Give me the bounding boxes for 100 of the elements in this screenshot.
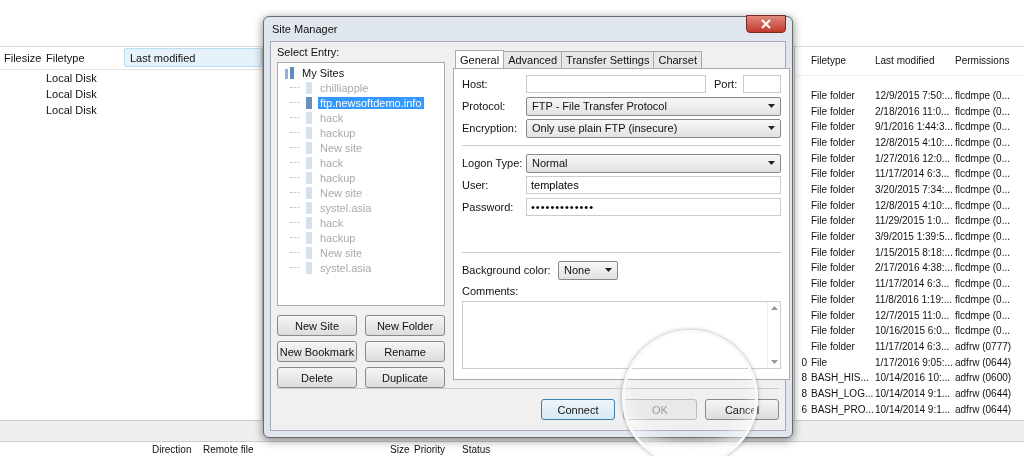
table-cell-text: 12/8/2015 4:10:...: [874, 198, 953, 213]
entry-button[interactable]: Duplicate: [365, 367, 445, 388]
field-label: User:: [462, 179, 490, 191]
close-icon: [761, 19, 771, 29]
table-cell: Local Disk: [46, 87, 97, 100]
table-cell-text: flcdmpe (0...: [954, 198, 1012, 213]
server-icon: [304, 170, 314, 185]
table-cell-text: File folder: [810, 245, 856, 260]
column-header[interactable]: Filesize: [0, 46, 42, 69]
table-cell-text: flcdmpe (0...: [954, 183, 1012, 198]
table-cell-text: BASH_LOG...: [810, 386, 873, 401]
server-icon: [304, 155, 314, 170]
table-cell-text: adfrw (0600): [954, 371, 1013, 386]
tab[interactable]: Advanced: [503, 51, 563, 68]
table-cell-text: adfrw (0644): [954, 355, 1013, 370]
user-field[interactable]: templates: [526, 176, 782, 194]
server-icon: [304, 185, 314, 200]
table-cell-text: flcdmpe (0...: [954, 277, 1012, 292]
entry-button[interactable]: Rename: [365, 341, 445, 362]
dropdown[interactable]: None: [558, 260, 618, 280]
table-cell: Local Disk: [46, 71, 97, 84]
table-cell-text: File folder: [810, 167, 856, 182]
table-cell-text: File folder: [810, 120, 856, 135]
tab[interactable]: General: [455, 50, 505, 68]
tree-item[interactable]: My Sites: [302, 66, 345, 79]
tab[interactable]: Charset: [653, 51, 702, 68]
caret-icon: [605, 268, 612, 272]
column-header[interactable]: Filetype: [42, 46, 124, 69]
column-header[interactable]: Last modified: [124, 48, 262, 68]
column-header[interactable]: Direction: [152, 444, 192, 456]
column-header[interactable]: Remote file: [203, 444, 254, 456]
table-cell-text: BASH_HIS...: [810, 371, 870, 386]
window-title: Site Manager: [271, 23, 338, 35]
table-cell-text: 12/7/2015 11:0...: [874, 308, 951, 323]
server-icon: [304, 95, 314, 110]
table-cell-text: flcdmpe (0...: [954, 308, 1012, 323]
table-cell: 0: [801, 356, 807, 368]
table-cell-text: 1/17/2016 9:05:...: [874, 355, 953, 370]
table-cell-text: flcdmpe (0...: [954, 167, 1012, 182]
column-header[interactable]: Status: [462, 444, 491, 456]
column-header[interactable]: Permissions: [953, 55, 1019, 67]
dropdown[interactable]: FTP - File Transfer Protocol: [526, 96, 782, 116]
table-cell-text: adfrw (0644): [954, 386, 1013, 401]
field-label: Logon Type:: [462, 157, 524, 169]
column-header[interactable]: Priority: [414, 444, 446, 456]
close-button[interactable]: [746, 15, 786, 33]
entry-button[interactable]: New Bookmark: [277, 341, 357, 362]
tab[interactable]: Transfer Settings: [561, 51, 655, 68]
table-cell-text: 10/14/2016 10:...: [874, 371, 952, 386]
table-cell-text: flcdmpe (0...: [954, 88, 1012, 103]
server-icon: [304, 125, 314, 140]
server-icon: [304, 110, 314, 125]
table-cell-text: flcdmpe (0...: [954, 261, 1012, 276]
table-cell-text: File folder: [810, 198, 856, 213]
entry-button[interactable]: New Folder: [365, 315, 445, 336]
server-icon: [304, 80, 314, 95]
column-header[interactable]: Last modified: [873, 55, 953, 67]
table-cell-text: File folder: [810, 104, 856, 119]
server-icon: [304, 260, 314, 275]
password-field[interactable]: •••••••••••••: [526, 198, 782, 216]
table-cell-text: 10/14/2014 9:1...: [874, 402, 952, 417]
table-cell-text: flcdmpe (0...: [954, 214, 1012, 229]
table-cell-text: 11/17/2014 6:3...: [874, 277, 951, 292]
table-cell-text: 1/27/2016 12:0...: [874, 151, 952, 166]
table-cell-text: File folder: [810, 230, 856, 245]
table-cell-text: flcdmpe (0...: [954, 120, 1012, 135]
column-header[interactable]: Size: [390, 444, 410, 456]
table-cell-text: flcdmpe (0...: [954, 230, 1012, 245]
table-cell-text: flcdmpe (0...: [954, 292, 1012, 307]
table-cell-text: 11/17/2014 6:3...: [874, 339, 951, 354]
select-entry-label: Select Entry:: [277, 46, 341, 60]
table-cell-text: flcdmpe (0...: [954, 245, 1012, 260]
table-cell-text: 1/15/2015 8:18:...: [874, 245, 953, 260]
table-cell-text: File folder: [810, 308, 856, 323]
caret-icon: [768, 161, 776, 165]
port-field[interactable]: [743, 75, 782, 93]
table-cell-text: BASH_PRO...: [810, 402, 873, 417]
dropdown[interactable]: Normal: [526, 153, 782, 173]
host-field[interactable]: [526, 75, 706, 93]
table-cell-text: 11/29/2015 1:0...: [874, 214, 951, 229]
entry-button[interactable]: New Site: [277, 315, 357, 336]
table-cell-text: File folder: [810, 183, 856, 198]
table-cell-text: File folder: [810, 135, 856, 150]
server-icon: [304, 215, 314, 230]
dialog-button[interactable]: Connect: [541, 399, 615, 420]
caret-icon: [768, 104, 776, 108]
table-cell-text: File folder: [810, 292, 856, 307]
scroll-down-icon: [770, 360, 778, 364]
table-cell-text: 12/9/2015 7:50:...: [874, 88, 953, 103]
field-label: Protocol:: [462, 100, 507, 112]
field-label: Host:: [462, 78, 489, 90]
table-cell-text: File folder: [810, 214, 856, 229]
table-cell-text: File: [810, 355, 829, 370]
table-cell-text: File folder: [810, 88, 856, 103]
column-header[interactable]: Filetype: [809, 55, 873, 67]
entry-button[interactable]: Delete: [277, 367, 357, 388]
field-label: Port:: [714, 78, 738, 90]
table-cell-text: 10/14/2014 9:1...: [874, 386, 952, 401]
comments-field[interactable]: [462, 301, 782, 369]
dropdown[interactable]: Only use plain FTP (insecure): [526, 118, 782, 138]
